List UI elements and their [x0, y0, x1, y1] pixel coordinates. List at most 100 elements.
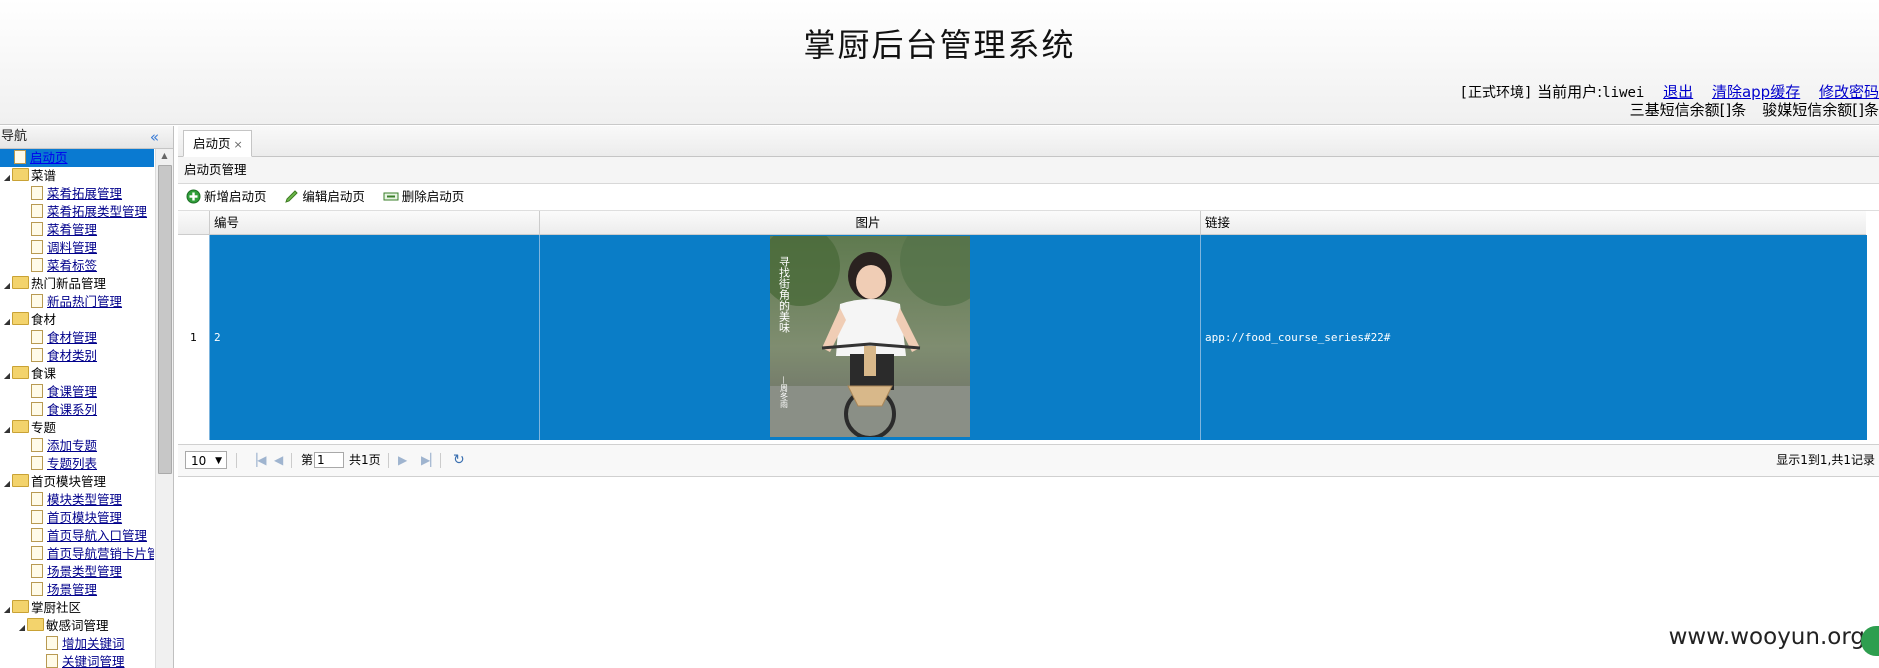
nav-link[interactable]: 首页导航入口管理 [47, 528, 147, 543]
nav-item-6[interactable]: 菜肴标签 [0, 257, 154, 275]
nav-link[interactable]: 关键词管理 [62, 654, 125, 668]
page-number-input[interactable] [314, 452, 344, 468]
page-icon [31, 258, 43, 272]
nav-link[interactable]: 菜肴管理 [47, 222, 97, 237]
nav-folder-12[interactable]: ◢ 食课 [0, 365, 154, 383]
row-number: 1 [178, 235, 210, 440]
edit-startup-page-button[interactable]: 编辑启动页 [284, 184, 365, 210]
grid-header: 编号 图片 链接 [178, 211, 1866, 235]
close-icon[interactable]: × [234, 138, 243, 151]
main-panel: 启动页 × 启动页管理 新增启动页 编辑启动页 删除启动页 编号 图片 链接 1 … [178, 126, 1879, 668]
delete-startup-page-button[interactable]: 删除启动页 [383, 184, 464, 210]
page-icon [31, 204, 43, 218]
nav-item-0[interactable]: 启动页 [0, 149, 154, 167]
tab-startup-page[interactable]: 启动页 × [183, 130, 252, 157]
nav-link[interactable]: 食课系列 [47, 402, 97, 417]
nav-folder-25[interactable]: ◢ 掌厨社区 [0, 599, 154, 617]
column-header-id[interactable]: 编号 [209, 211, 540, 234]
nav-link[interactable]: 模块类型管理 [47, 492, 122, 507]
record-info: 显示1到1,共1记录 [1776, 453, 1875, 467]
nav-item-23[interactable]: 场景类型管理 [0, 563, 154, 581]
watermark: www.wooyun.org [1668, 624, 1865, 650]
page-icon [31, 438, 43, 452]
nav-link[interactable]: 新品热门管理 [47, 294, 122, 309]
cell-id[interactable]: 2 [209, 235, 540, 440]
add-startup-page-button[interactable]: 新增启动页 [186, 184, 267, 210]
page-size-value: 10 [191, 454, 207, 468]
cell-link[interactable]: app://food_course_series#22# [1200, 235, 1867, 440]
nav-link[interactable]: 食材类别 [47, 348, 97, 363]
last-page-icon[interactable]: ▶▏ [421, 445, 439, 476]
page-icon [31, 510, 43, 524]
page-icon [31, 402, 43, 416]
environment-label: [正式环境] [1459, 85, 1533, 101]
nav-folder-9[interactable]: ◢ 食材 [0, 311, 154, 329]
nav-item-27[interactable]: 增加关键词 [0, 635, 154, 653]
nav-item-3[interactable]: 菜肴拓展类型管理 [0, 203, 154, 221]
nav-item-22[interactable]: 首页导航营销卡片管 [0, 545, 154, 563]
refresh-icon[interactable]: ↻ [453, 445, 465, 476]
sms-balance-bar: 三基短信余额[]条 骏媒短信余额[]条 [1630, 99, 1879, 120]
nav-scrollbar[interactable]: ▲ [155, 149, 173, 668]
folder-icon [27, 618, 44, 631]
navigation-panel: 导航 « 启动页 ◢ 菜谱 菜肴拓展管理 菜肴拓展类型管理 菜肴管理 调料管理 菜肴标签 ◢ 热门… [0, 126, 174, 668]
previous-page-icon[interactable]: ◀ [274, 445, 283, 476]
nav-folder-1[interactable]: ◢ 菜谱 [0, 167, 154, 185]
nav-folder-26[interactable]: ◢ 敏感词管理 [0, 617, 154, 635]
dropdown-arrow-icon: ▼ [215, 456, 222, 466]
nav-item-21[interactable]: 首页导航入口管理 [0, 527, 154, 545]
nav-link[interactable]: 菜肴标签 [47, 258, 97, 273]
cell-link-value: app://food_course_series#22# [1205, 331, 1391, 344]
nav-link[interactable]: 场景类型管理 [47, 564, 122, 579]
nav-item-13[interactable]: 食课管理 [0, 383, 154, 401]
cell-image[interactable]: 寻找街角的美味 —周冬雨 [539, 235, 1201, 440]
nav-item-4[interactable]: 菜肴管理 [0, 221, 154, 239]
nav-link[interactable]: 增加关键词 [62, 636, 125, 651]
collapse-icon[interactable]: « [150, 126, 159, 148]
folder-icon [12, 600, 29, 613]
nav-link[interactable]: 食课管理 [47, 384, 97, 399]
nav-item-24[interactable]: 场景管理 [0, 581, 154, 599]
nav-item-10[interactable]: 食材管理 [0, 329, 154, 347]
page-size-select[interactable]: 10 ▼ [185, 451, 227, 469]
nav-folder-15[interactable]: ◢ 专题 [0, 419, 154, 437]
nav-link[interactable]: 场景管理 [47, 582, 97, 597]
scrollbar-thumb[interactable] [158, 165, 172, 474]
nav-folder-label: 热门新品管理 [31, 276, 107, 291]
table-row[interactable]: 1 2 寻找街角的美味 —周冬雨 app://food_course_serie… [178, 235, 1867, 440]
nav-item-19[interactable]: 模块类型管理 [0, 491, 154, 509]
nav-item-5[interactable]: 调料管理 [0, 239, 154, 257]
nav-item-17[interactable]: 专题列表 [0, 455, 154, 473]
panel-title: 启动页管理 [178, 157, 1879, 184]
nav-item-20[interactable]: 首页模块管理 [0, 509, 154, 527]
nav-link[interactable]: 首页模块管理 [47, 510, 122, 525]
nav-link[interactable]: 菜肴拓展类型管理 [47, 204, 147, 219]
column-header-image[interactable]: 图片 [539, 211, 1196, 234]
nav-tree: 启动页 ◢ 菜谱 菜肴拓展管理菜肴拓展类型管理 菜肴管理调料管理菜肴标签 ◢ 热门新品管理新… [0, 149, 154, 668]
nav-link[interactable]: 调料管理 [47, 240, 97, 255]
nav-link[interactable]: 专题列表 [47, 456, 97, 471]
next-page-icon[interactable]: ▶ [398, 445, 407, 476]
nav-item-11[interactable]: 食材类别 [0, 347, 154, 365]
scroll-up-arrow-icon[interactable]: ▲ [156, 149, 173, 163]
nav-folder-label: 首页模块管理 [31, 474, 107, 489]
nav-item-8[interactable]: 新品热门管理 [0, 293, 154, 311]
nav-item-16[interactable]: 添加专题 [0, 437, 154, 455]
page-icon [31, 240, 43, 254]
nav-folder-18[interactable]: ◢ 首页模块管理 [0, 473, 154, 491]
first-page-icon[interactable]: ▕◀ [248, 445, 266, 476]
nav-link[interactable]: 首页导航营销卡片管 [47, 546, 154, 561]
folder-icon [12, 276, 29, 289]
add-label: 新增启动页 [204, 189, 267, 204]
nav-item-2[interactable]: 菜肴拓展管理 [0, 185, 154, 203]
nav-folder-7[interactable]: ◢ 热门新品管理 [0, 275, 154, 293]
poster-author: —周冬雨 [780, 376, 789, 409]
nav-link[interactable]: 添加专题 [47, 438, 97, 453]
nav-link[interactable]: 菜肴拓展管理 [47, 186, 122, 201]
nav-link[interactable]: 食材管理 [47, 330, 97, 345]
page-icon [31, 348, 43, 362]
nav-item-14[interactable]: 食课系列 [0, 401, 154, 419]
column-header-link[interactable]: 链接 [1200, 211, 1865, 234]
nav-item-28[interactable]: 关键词管理 [0, 653, 154, 668]
nav-link[interactable]: 启动页 [30, 150, 68, 165]
